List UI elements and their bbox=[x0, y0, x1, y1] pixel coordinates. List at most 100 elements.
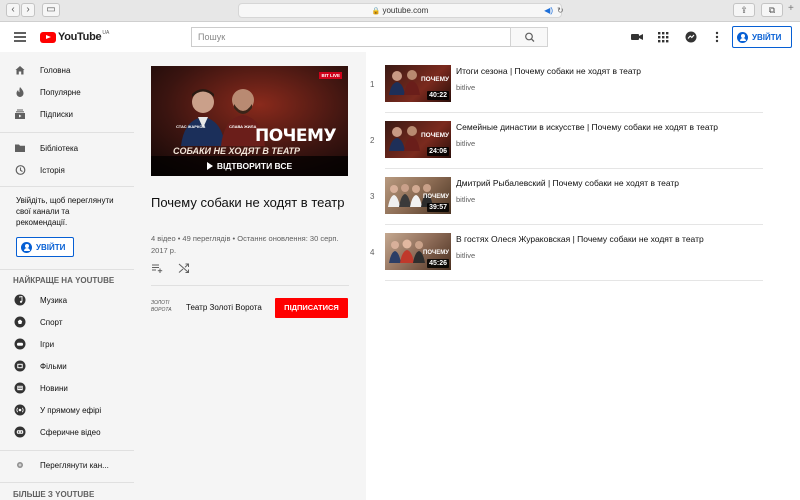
sidebar-item-subscriptions[interactable]: Підписки bbox=[0, 103, 134, 125]
sidebar-toggle-icon[interactable]: ▭ bbox=[42, 3, 60, 17]
sidebar-item-trending[interactable]: Популярне bbox=[0, 81, 134, 103]
sidebar: Головна Популярне Підписки Бібліотека Іс… bbox=[0, 52, 134, 500]
sidebar-item-movies[interactable]: Фільми bbox=[0, 355, 134, 377]
signin-button[interactable]: УВІЙТИ bbox=[732, 26, 792, 48]
sidebar-divider bbox=[0, 132, 134, 133]
home-icon bbox=[14, 64, 26, 76]
news-icon bbox=[14, 382, 26, 394]
sport-icon bbox=[14, 316, 26, 328]
signin-label: УВІЙТИ bbox=[36, 242, 66, 252]
search-input[interactable]: Пошук bbox=[191, 27, 510, 47]
region-code: UA bbox=[102, 30, 110, 36]
list-item[interactable]: 4 ПОЧЕМУ 45:26 В гостях Олеся Жураковска… bbox=[366, 220, 766, 276]
channel-logo[interactable]: ЗОЛОТІ ВОРОТА bbox=[151, 300, 177, 314]
shuffle-icon[interactable] bbox=[178, 262, 190, 274]
list-item[interactable]: 3 ПОЧЕМУ 39:57 Дмитрий Рыбалевский | Поч… bbox=[366, 164, 766, 220]
create-video-icon[interactable] bbox=[630, 30, 644, 44]
tabs-icon[interactable]: ⧉ bbox=[761, 3, 783, 17]
live-icon bbox=[14, 404, 26, 416]
lock-icon: 🔒 bbox=[371, 8, 381, 15]
vr-icon bbox=[14, 426, 26, 438]
sidebar-item-gaming[interactable]: Ігри bbox=[0, 333, 134, 355]
video-thumbnail[interactable]: ПОЧЕМУ 45:26 bbox=[385, 233, 451, 270]
sidebar-divider bbox=[0, 186, 134, 187]
video-channel[interactable]: bitlive bbox=[456, 195, 475, 204]
music-icon bbox=[14, 294, 26, 306]
more-vert-icon[interactable] bbox=[710, 30, 724, 44]
sidebar-item-live[interactable]: У прямому ефірі bbox=[0, 399, 134, 421]
account-icon bbox=[21, 241, 32, 253]
thumb-headline: ПОЧЕМУ bbox=[423, 194, 449, 200]
messages-icon[interactable] bbox=[684, 30, 698, 44]
sidebar-item-music[interactable]: Музика bbox=[0, 289, 134, 311]
browser-toolbar: ‹ › ▭ 🔒 youtube.com ◀) ↻ ⇪ ⧉ + bbox=[0, 0, 800, 22]
list-divider bbox=[385, 280, 763, 281]
sidebar-item-label: Підписки bbox=[40, 109, 73, 119]
sidebar-item-home[interactable]: Головна bbox=[0, 59, 134, 81]
address-bar[interactable]: 🔒 youtube.com ◀) ↻ bbox=[238, 3, 564, 18]
video-title[interactable]: Дмитрий Рыбалевский | Почему собаки не х… bbox=[456, 178, 679, 188]
playlist-video-list: 1 ПОЧЕМУ 40:22 Итоги сезона | Почему соб… bbox=[366, 52, 800, 500]
play-all-overlay[interactable]: ВІДТВОРИТИ ВСЕ bbox=[151, 156, 348, 176]
masthead: YouTube UA Пошук УВІЙТИ bbox=[0, 22, 800, 52]
forward-button[interactable]: › bbox=[21, 3, 35, 17]
video-channel[interactable]: bitlive bbox=[456, 83, 475, 92]
sidebar-item-label: Популярне bbox=[40, 87, 81, 97]
best-of-youtube-heading: НАЙКРАЩЕ НА YOUTUBE bbox=[13, 276, 115, 285]
video-duration: 40:22 bbox=[427, 91, 449, 100]
search-icon bbox=[525, 32, 535, 42]
menu-icon[interactable] bbox=[14, 32, 26, 42]
thumb-headline: ПОЧЕМУ bbox=[421, 132, 450, 139]
search-button[interactable] bbox=[510, 27, 548, 47]
video-title[interactable]: Итоги сезона | Почему собаки не ходят в … bbox=[456, 66, 641, 76]
sidebar-item-sport[interactable]: Спорт bbox=[0, 311, 134, 333]
video-index: 2 bbox=[370, 136, 375, 145]
video-duration: 45:26 bbox=[427, 259, 449, 268]
video-title[interactable]: В гостях Олеся Жураковская | Почему соба… bbox=[456, 234, 704, 244]
sidebar-item-library[interactable]: Бібліотека bbox=[0, 137, 134, 159]
thumb-headline: ПОЧЕМУ bbox=[255, 126, 337, 146]
gaming-icon bbox=[14, 338, 26, 350]
video-title[interactable]: Семейные династии в искусстве | Почему с… bbox=[456, 122, 718, 132]
share-icon[interactable]: ⇪ bbox=[733, 3, 755, 17]
apps-grid-icon[interactable] bbox=[656, 30, 670, 44]
audio-icon[interactable]: ◀) bbox=[544, 4, 553, 18]
more-from-youtube-heading: БІЛЬШЕ З YOUTUBE bbox=[13, 490, 95, 499]
list-item[interactable]: 2 ПОЧЕМУ 24:06 Семейные династии в искус… bbox=[366, 108, 766, 164]
sidebar-item-label: Головна bbox=[40, 65, 71, 75]
logo-text: YouTube bbox=[58, 31, 102, 43]
youtube-logo[interactable]: YouTube UA bbox=[40, 29, 109, 45]
sidebar-divider bbox=[0, 482, 134, 483]
reload-icon[interactable]: ↻ bbox=[557, 4, 564, 18]
list-item[interactable]: 1 ПОЧЕМУ 40:22 Итоги сезона | Почему соб… bbox=[366, 52, 766, 108]
video-duration: 39:57 bbox=[427, 203, 449, 212]
playlist-thumbnail[interactable]: BIT LIVE СТАС ЖАРКОВ СЛАВА ЖИЛА ПОЧЕМУ С… bbox=[151, 66, 348, 176]
sidebar-item-label: Фільми bbox=[40, 361, 67, 371]
thumb-subheadline: СОБАКИ НЕ ХОДЯТ В ТЕАТР bbox=[173, 146, 300, 156]
signin-prompt: Увійдіть, щоб переглянути свої канали та… bbox=[16, 196, 114, 227]
sidebar-item-browse-channels[interactable]: Переглянути кан... bbox=[0, 454, 134, 476]
bitlive-badge: BIT LIVE bbox=[319, 72, 342, 79]
subscribe-button[interactable]: ПІДПИСАТИСЯ bbox=[275, 298, 348, 318]
subscriptions-icon bbox=[14, 108, 26, 120]
video-index: 4 bbox=[370, 248, 375, 257]
video-thumbnail[interactable]: ПОЧЕМУ 40:22 bbox=[385, 65, 451, 102]
thumb-headline: ПОЧЕМУ bbox=[421, 76, 450, 83]
video-channel[interactable]: bitlive bbox=[456, 139, 475, 148]
video-channel[interactable]: bitlive bbox=[456, 251, 475, 260]
play-logo-icon bbox=[40, 31, 56, 43]
search-placeholder: Пошук bbox=[198, 32, 226, 42]
video-thumbnail[interactable]: ПОЧЕМУ 39:57 bbox=[385, 177, 451, 214]
sidebar-item-news[interactable]: Новини bbox=[0, 377, 134, 399]
video-thumbnail[interactable]: ПОЧЕМУ 24:06 bbox=[385, 121, 451, 158]
sidebar-divider bbox=[0, 269, 134, 270]
sidebar-item-label: Переглянути кан... bbox=[40, 460, 109, 470]
sidebar-signin-button[interactable]: УВІЙТИ bbox=[16, 237, 74, 257]
sidebar-item-360-video[interactable]: Сферичне відео bbox=[0, 421, 134, 443]
channel-name[interactable]: Театр Золоті Ворота bbox=[186, 303, 262, 312]
sidebar-item-history[interactable]: Історія bbox=[0, 159, 134, 181]
add-to-playlist-icon[interactable] bbox=[151, 262, 163, 274]
back-button[interactable]: ‹ bbox=[6, 3, 20, 17]
playlist-title: Почему собаки не ходят в театр bbox=[151, 195, 345, 210]
new-tab-icon[interactable]: + bbox=[788, 3, 794, 14]
